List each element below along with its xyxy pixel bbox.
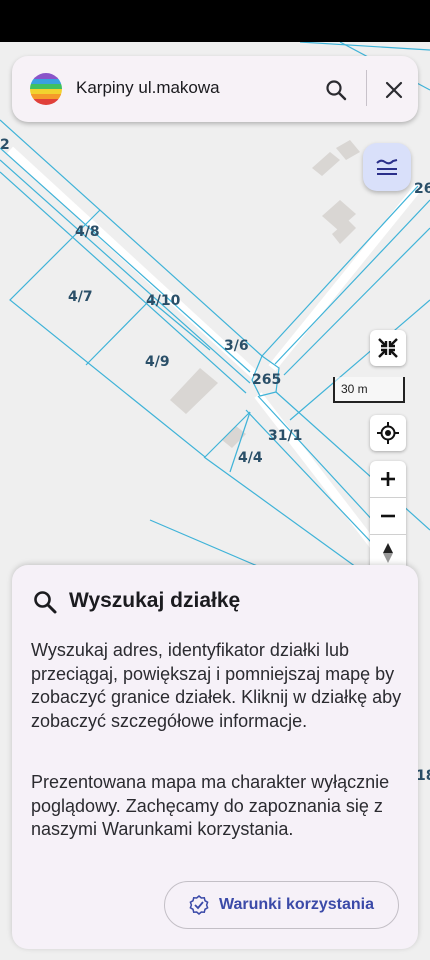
- terms-button-label: Warunki korzystania: [218, 896, 374, 913]
- parcel-label-31-1: 31/1: [268, 428, 302, 444]
- fullscreen-exit-icon: [378, 338, 398, 358]
- search-icon: [326, 80, 347, 101]
- parcel-label-18: 18: [416, 768, 430, 784]
- parcel-label-4-8: 4/8: [75, 224, 100, 240]
- plus-icon: [381, 472, 395, 486]
- sheet-disclaimer: Prezentowana mapa ma charakter wyłącznie…: [31, 772, 390, 839]
- parcel-label-4-7: 4/7: [68, 289, 93, 305]
- my-location-icon: [377, 422, 399, 444]
- sheet-instructions: Wyszukaj adres, identyfikator działki lu…: [31, 640, 402, 731]
- fullscreen-button[interactable]: [370, 330, 406, 366]
- parcel-label-4-4: 4/4: [238, 450, 263, 466]
- search-button[interactable]: [314, 72, 358, 108]
- search-divider: [366, 70, 367, 106]
- parcel-label-26: 26: [414, 181, 430, 197]
- search-input[interactable]: Karpiny ul.makowa: [76, 78, 220, 98]
- parcel-label-4-9: 4/9: [145, 354, 170, 370]
- parcel-label-3-6: 3/6: [224, 338, 249, 354]
- terms-button[interactable]: Warunki korzystania: [164, 881, 399, 929]
- info-sheet: Wyszukaj działkę Wyszukaj adres, identyf…: [12, 565, 418, 949]
- search-icon: [34, 591, 57, 614]
- close-icon: [385, 81, 403, 99]
- parcel-boundaries: [0, 42, 430, 611]
- parcel-label-4-10: 4/10: [146, 293, 181, 309]
- zoom-out-button[interactable]: [370, 498, 406, 534]
- zoom-controls: [370, 461, 406, 571]
- scale-label: 30 m: [341, 382, 368, 396]
- clear-search-button[interactable]: [372, 72, 416, 108]
- layers-icon: [376, 159, 398, 175]
- parcel-label-2: 2: [0, 137, 10, 153]
- verified-check-icon: [189, 895, 209, 915]
- status-bar: [0, 0, 430, 42]
- minus-icon: [381, 514, 395, 518]
- app-logo-icon: [30, 73, 62, 105]
- sheet-title: Wyszukaj działkę: [69, 589, 241, 612]
- search-bar[interactable]: Karpiny ul.makowa: [12, 56, 418, 122]
- zoom-in-button[interactable]: [370, 461, 406, 497]
- compass-icon: [383, 543, 393, 563]
- scale-bar: 30 m: [333, 377, 405, 403]
- layers-button[interactable]: [363, 143, 411, 191]
- locate-button[interactable]: [370, 415, 406, 451]
- parcel-label-265: 265: [252, 372, 281, 388]
